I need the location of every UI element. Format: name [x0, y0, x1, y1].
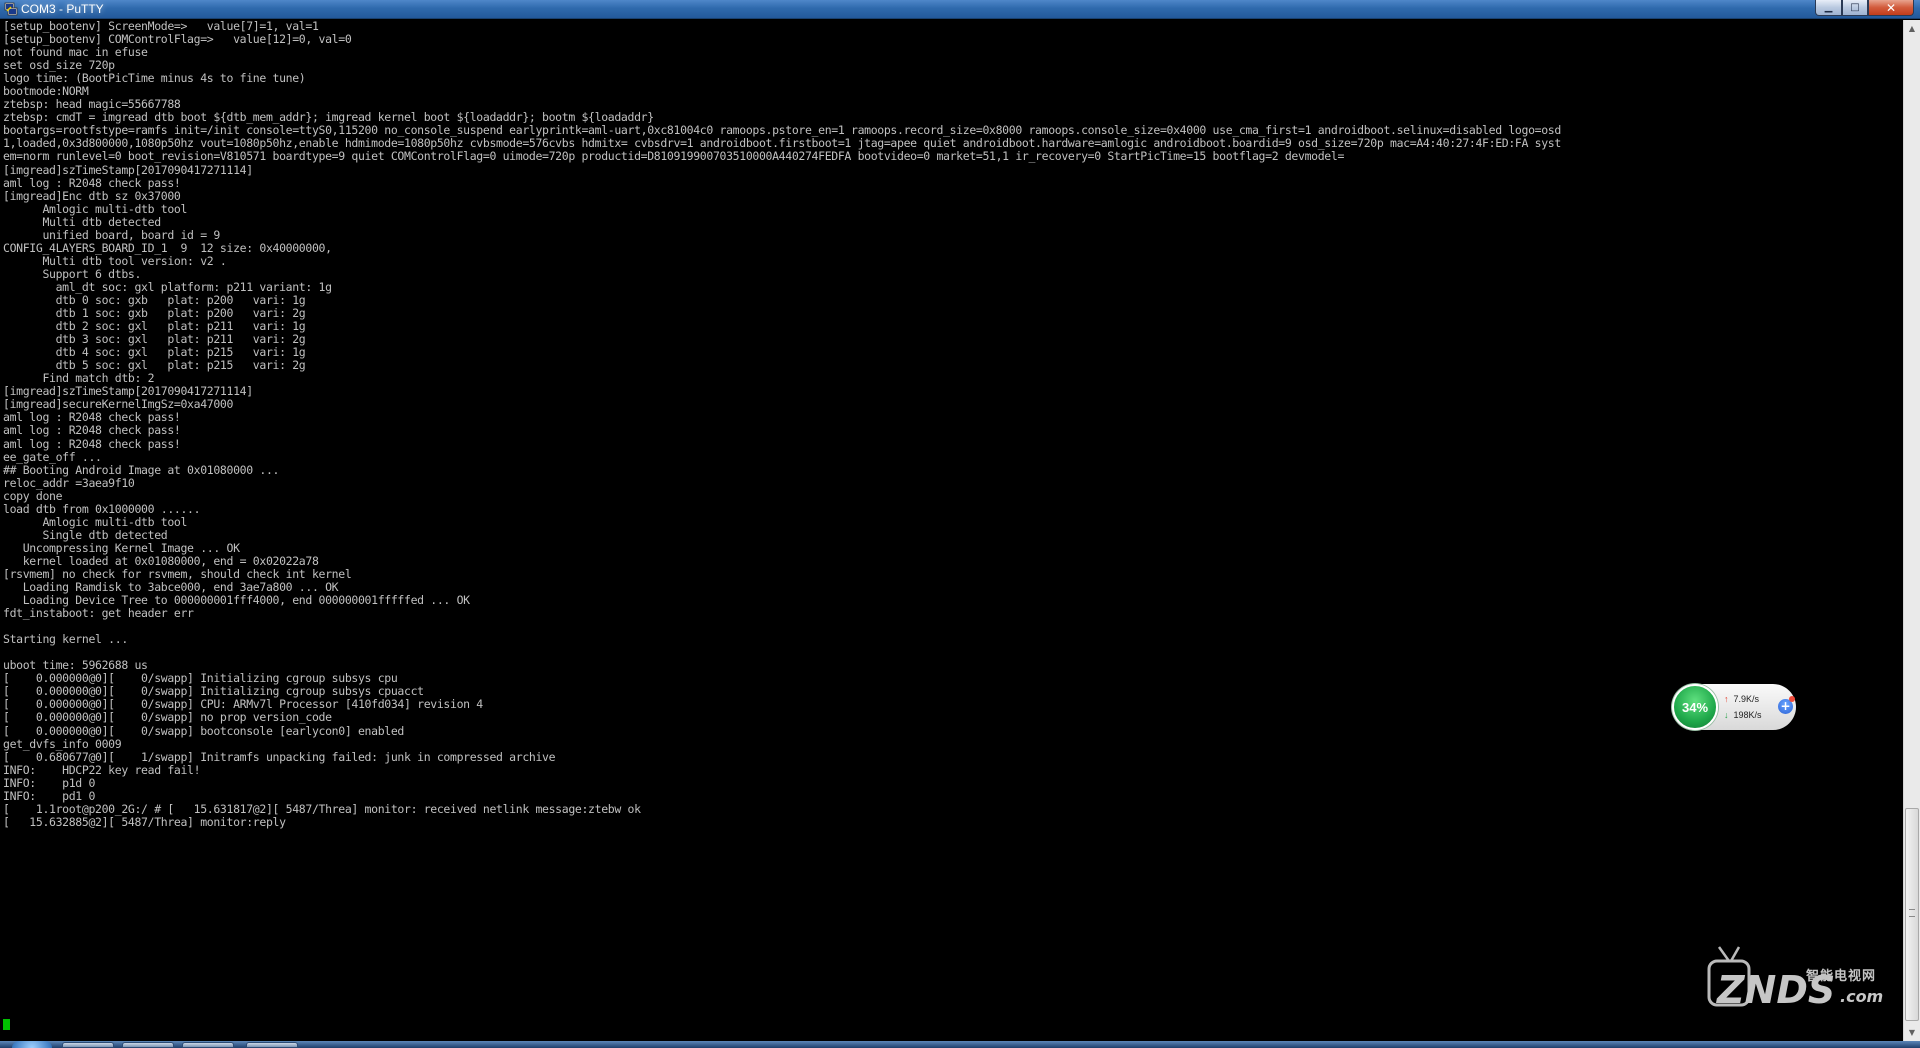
start-orb-icon[interactable] [12, 1041, 52, 1048]
taskbar-item[interactable] [246, 1042, 298, 1048]
download-speed: 198K/s [1733, 710, 1762, 720]
minimize-button[interactable]: ▁ [1815, 0, 1842, 16]
download-arrow-icon: ↓ [1724, 710, 1729, 720]
maximize-icon: □ [1850, 1, 1860, 13]
terminal-area[interactable]: [setup_bootenv] ScreenMode=> value[7]=1,… [0, 20, 1900, 1040]
taskbar[interactable] [0, 1041, 1920, 1048]
putty-app-icon[interactable] [4, 2, 18, 16]
upload-arrow-icon: ↑ [1724, 694, 1729, 704]
close-icon: ✕ [1885, 0, 1897, 15]
maximize-button[interactable]: □ [1842, 0, 1868, 16]
close-button[interactable]: ✕ [1868, 0, 1914, 16]
scroll-down-arrow-icon[interactable]: ▼ [1904, 1024, 1920, 1041]
upload-speed: 7.9K/s [1733, 694, 1760, 704]
taskbar-item[interactable] [182, 1042, 234, 1048]
terminal-cursor [3, 1019, 10, 1030]
window-title: COM3 - PuTTY [21, 2, 104, 16]
watermark-chinese-text: 智能电视网 [1806, 969, 1877, 984]
network-speed-widget[interactable]: 34% ↑ 7.9K/s ↓ 198K/s + [1672, 684, 1796, 730]
taskbar-item[interactable] [122, 1042, 174, 1048]
notification-dot-icon [1789, 696, 1795, 702]
memory-usage-gauge[interactable]: 34% [1672, 684, 1718, 730]
download-speed-row: ↓ 198K/s [1724, 709, 1762, 721]
scrollbar-thumb[interactable] [1905, 808, 1919, 1021]
upload-speed-row: ↑ 7.9K/s [1724, 693, 1759, 705]
watermark-suffix: .com [1840, 987, 1883, 1006]
terminal-output: [setup_bootenv] ScreenMode=> value[7]=1,… [3, 20, 1561, 829]
scroll-up-arrow-icon[interactable]: ▲ [1904, 20, 1920, 37]
usage-percent: 34% [1681, 700, 1709, 715]
scrollbar-grip-icon [1909, 909, 1915, 917]
window-titlebar[interactable]: COM3 - PuTTY ▁ □ ✕ [0, 0, 1920, 19]
taskbar-item[interactable] [62, 1042, 114, 1048]
vertical-scrollbar[interactable]: ▲ ▼ [1903, 20, 1920, 1041]
minimize-icon: ▁ [1824, 1, 1833, 13]
znds-watermark: ZNDS .com 智能电视网 [1705, 945, 1895, 1020]
